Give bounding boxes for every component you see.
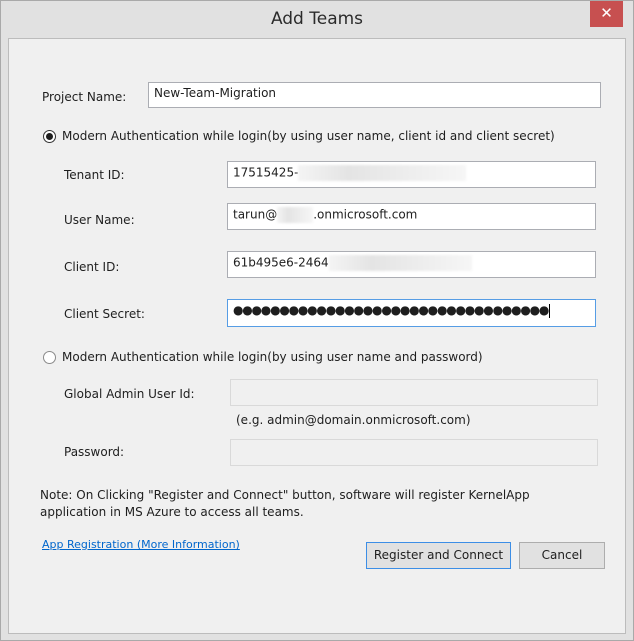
user-name-prefix: tarun@ xyxy=(233,207,278,222)
redacted-blur xyxy=(328,255,472,271)
project-name-label: Project Name: xyxy=(42,90,127,104)
tenant-id-label: Tenant ID: xyxy=(64,168,125,182)
radio-selected-dot xyxy=(46,133,53,140)
app-registration-link[interactable]: App Registration (More Information) xyxy=(42,538,240,551)
user-name-suffix: .onmicrosoft.com xyxy=(313,207,418,222)
title-bar[interactable]: Add Teams ✕ xyxy=(1,1,633,37)
redacted-blur xyxy=(298,165,467,181)
client-id-input[interactable]: 61b495e6-2464 xyxy=(227,251,596,278)
close-icon: ✕ xyxy=(600,4,613,22)
client-secret-auth-radio[interactable] xyxy=(43,130,56,143)
tenant-id-value: 17515425- xyxy=(233,165,299,180)
cancel-button[interactable]: Cancel xyxy=(519,542,605,569)
text-caret xyxy=(549,303,551,318)
client-id-value: 61b495e6-2464 xyxy=(233,255,329,270)
dialog-body: Project Name: New-Team-Migration Modern … xyxy=(8,38,626,634)
client-secret-label: Client Secret: xyxy=(64,307,145,321)
admin-user-input[interactable] xyxy=(230,379,598,406)
project-name-input[interactable]: New-Team-Migration xyxy=(148,82,601,108)
note-line-1: Note: On Clicking "Register and Connect"… xyxy=(40,488,530,502)
client-secret-masked-value: ●●●●●●●●●●●●●●●●●●●●●●●●●●●●●●●●●● xyxy=(233,303,549,317)
client-secret-input[interactable]: ●●●●●●●●●●●●●●●●●●●●●●●●●●●●●●●●●● xyxy=(227,299,596,327)
add-teams-dialog: Add Teams ✕ Project Name: New-Team-Migra… xyxy=(0,0,634,641)
dialog-title: Add Teams xyxy=(270,9,364,29)
project-name-value: New-Team-Migration xyxy=(154,86,277,100)
admin-user-label: Global Admin User Id: xyxy=(64,387,195,401)
password-auth-label[interactable]: Modern Authentication while login(by usi… xyxy=(62,350,483,364)
password-input[interactable] xyxy=(230,439,598,466)
password-auth-radio[interactable] xyxy=(43,351,56,364)
redacted-blur xyxy=(277,207,314,223)
client-id-label: Client ID: xyxy=(64,260,120,274)
admin-user-hint: (e.g. admin@domain.onmicrosoft.com) xyxy=(236,413,471,427)
user-name-label: User Name: xyxy=(64,213,135,227)
register-and-connect-button[interactable]: Register and Connect xyxy=(366,542,511,569)
note-line-2: application in MS Azure to access all te… xyxy=(40,505,304,519)
tenant-id-input[interactable]: 17515425- xyxy=(227,161,596,188)
client-secret-auth-label[interactable]: Modern Authentication while login(by usi… xyxy=(62,129,555,143)
user-name-input[interactable]: tarun@ .onmicrosoft.com xyxy=(227,203,596,230)
close-button[interactable]: ✕ xyxy=(590,1,623,27)
password-label: Password: xyxy=(64,445,125,459)
